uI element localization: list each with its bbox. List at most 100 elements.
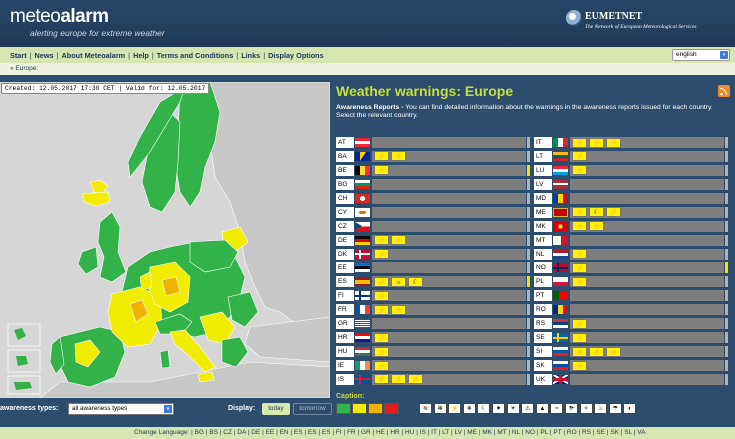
country-row-bg[interactable]: BG <box>336 178 530 190</box>
country-row-lu[interactable]: LU ⚡ <box>534 164 728 176</box>
nav-item-start[interactable]: Start <box>10 51 27 60</box>
warning-icon[interactable]: ⚡ <box>374 151 389 162</box>
country-row-uk[interactable]: UK <box>534 373 728 385</box>
language-link[interactable]: | IT <box>428 429 439 436</box>
language-link[interactable]: | ES <box>290 429 304 436</box>
warning-icon[interactable]: ⚡ <box>572 221 587 232</box>
country-row-ro[interactable]: RO <box>534 304 728 316</box>
flag-ee-icon[interactable] <box>355 263 370 273</box>
flag-cy-icon[interactable] <box>355 207 370 217</box>
country-row-be[interactable]: BE ⚡ <box>336 164 530 176</box>
country-warning-bar[interactable]: ⚡ <box>570 318 724 330</box>
country-warning-bar[interactable]: ⚡ ☼ ☾ <box>372 276 526 288</box>
language-link[interactable]: | NO <box>522 429 537 436</box>
flag-rs-icon[interactable] <box>553 319 568 329</box>
flag-bg-icon[interactable] <box>355 179 370 189</box>
language-link[interactable]: | SL <box>621 429 634 436</box>
warning-icon[interactable]: ⚡ <box>589 346 604 357</box>
flag-nl-icon[interactable] <box>553 249 568 259</box>
nav-item-links[interactable]: Links <box>241 51 260 60</box>
warning-icon[interactable]: ⚡ <box>572 165 587 176</box>
warning-icon[interactable]: ⚡ <box>572 249 587 259</box>
tomorrow-button[interactable]: tomorrow <box>293 403 332 415</box>
country-code[interactable]: CH <box>336 192 354 204</box>
rss-icon[interactable] <box>718 85 730 97</box>
flag-ba-icon[interactable] <box>355 151 370 161</box>
meteoalarm-logo[interactable]: meteoalarm <box>10 6 109 28</box>
country-code[interactable]: PL <box>534 276 552 288</box>
awareness-types-select[interactable]: all awareness types ▾ <box>68 403 174 415</box>
language-link[interactable]: | BG <box>191 429 206 436</box>
caption-type-icon[interactable]: ✷ <box>492 403 505 414</box>
country-row-rs[interactable]: RS ⚡ <box>534 318 728 330</box>
country-row-ee[interactable]: EE <box>336 262 530 274</box>
country-code[interactable]: ME <box>534 206 552 218</box>
warning-icon[interactable]: ⚡ <box>374 346 389 357</box>
country-code[interactable]: EE <box>336 262 354 274</box>
warning-icon[interactable]: ⚡ <box>374 374 389 385</box>
flag-mk-icon[interactable] <box>553 221 568 231</box>
country-row-pl[interactable]: PL ⚡ <box>534 276 728 288</box>
country-code[interactable]: NL <box>534 248 552 260</box>
flag-de-icon[interactable] <box>355 235 370 245</box>
caption-type-icon[interactable]: ⛈ <box>565 403 578 414</box>
country-warning-bar[interactable]: ⚡ ⚡ ⚡ <box>570 346 724 358</box>
country-row-no[interactable]: NO ⚡ <box>534 262 728 274</box>
language-link[interactable]: | GR <box>357 429 372 436</box>
country-warning-bar[interactable]: ⚡ <box>372 360 526 371</box>
country-warning-bar[interactable] <box>372 178 526 190</box>
country-warning-bar[interactable]: ⚡ ⚡ <box>570 220 724 232</box>
warning-icon[interactable]: ☾ <box>408 276 423 287</box>
country-row-nl[interactable]: NL ⚡ <box>534 248 728 260</box>
country-warning-bar[interactable] <box>372 318 526 330</box>
language-link[interactable]: | PT <box>550 429 564 436</box>
flag-lu-icon[interactable] <box>553 165 568 175</box>
country-warning-bar[interactable]: ⚡ <box>570 164 724 176</box>
country-warning-bar[interactable] <box>570 290 724 302</box>
language-link[interactable]: | RS <box>578 429 592 436</box>
country-warning-bar[interactable]: ⚡ <box>570 276 724 288</box>
country-code[interactable]: PT <box>534 290 552 302</box>
country-row-cz[interactable]: CZ <box>336 220 530 232</box>
warning-icon[interactable]: ⚡ <box>374 165 389 176</box>
warning-icon[interactable]: ⚡ <box>572 360 587 371</box>
country-warning-bar[interactable]: ⚡ <box>372 248 526 260</box>
country-warning-bar[interactable] <box>372 220 526 232</box>
warning-icon[interactable]: ☾ <box>589 207 604 218</box>
country-row-hr[interactable]: HR ⚡ <box>336 332 530 344</box>
country-row-ba[interactable]: BA ⚡ ⚡ <box>336 150 530 162</box>
warning-icon[interactable]: ⚡ <box>374 290 389 301</box>
warning-icon[interactable]: ⚡ <box>572 262 587 273</box>
flag-me-icon[interactable] <box>553 207 568 217</box>
nav-item-news[interactable]: News <box>35 51 54 60</box>
flag-lv-icon[interactable] <box>553 179 568 189</box>
country-warning-bar[interactable]: ⚡ <box>372 290 526 302</box>
country-code[interactable]: LT <box>534 150 552 162</box>
country-row-lv[interactable]: LV <box>534 178 728 190</box>
country-code[interactable]: RS <box>534 318 552 330</box>
language-link[interactable]: | LV <box>451 429 464 436</box>
country-row-mk[interactable]: MK ⚡ ⚡ <box>534 220 728 232</box>
flag-gr-icon[interactable] <box>355 319 370 329</box>
country-code[interactable]: UK <box>534 373 552 385</box>
country-row-ch[interactable]: CH <box>336 192 530 204</box>
country-code[interactable]: CY <box>336 206 354 218</box>
country-row-dk[interactable]: DK ⚡ <box>336 248 530 260</box>
flag-hu-icon[interactable] <box>355 347 370 357</box>
country-warning-bar[interactable] <box>570 192 724 204</box>
country-warning-bar[interactable]: ⚡ <box>570 248 724 260</box>
country-row-fi[interactable]: FI ⚡ <box>336 290 530 302</box>
flag-at-icon[interactable] <box>355 138 370 147</box>
country-row-es[interactable]: ES ⚡ ☼ ☾ <box>336 276 530 288</box>
partner-name[interactable]: EUMETNET <box>585 11 642 22</box>
country-warning-bar[interactable] <box>570 178 724 190</box>
caption-type-icon[interactable]: ♨ <box>594 403 608 414</box>
language-link[interactable]: | ES <box>318 429 332 436</box>
language-link[interactable]: | VA <box>634 429 646 436</box>
country-warning-bar[interactable]: ⚡ ⚡ ⚡ <box>372 373 526 385</box>
country-warning-bar[interactable]: ⚡ <box>570 332 724 344</box>
country-code[interactable]: IS <box>336 373 354 385</box>
country-warning-bar[interactable] <box>372 262 526 274</box>
language-link[interactable]: | CZ <box>220 429 234 436</box>
flag-no-icon[interactable] <box>553 263 568 273</box>
